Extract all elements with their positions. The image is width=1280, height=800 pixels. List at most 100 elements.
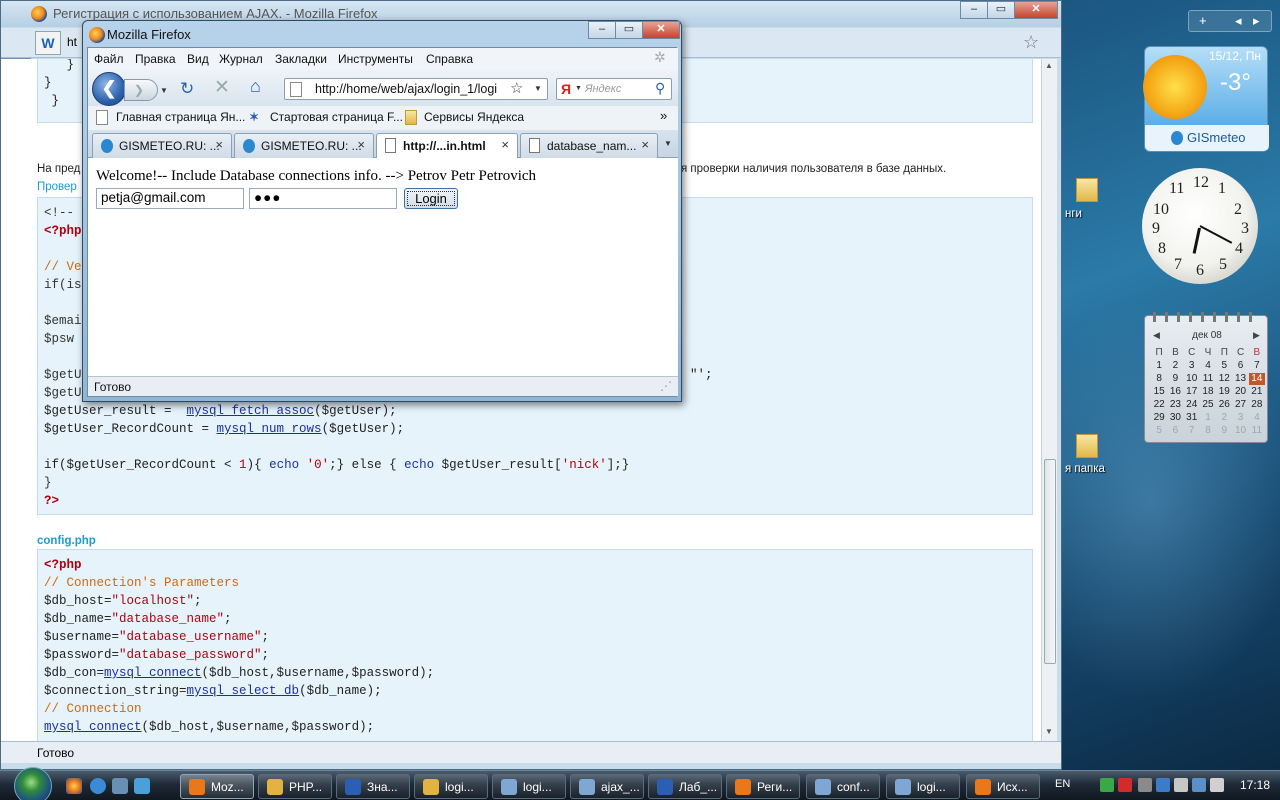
calendar-day[interactable]: 6 — [1167, 425, 1183, 437]
menu-history[interactable]: Журнал — [219, 52, 263, 66]
stop-icon[interactable]: ✕ — [214, 76, 230, 99]
calendar-day[interactable]: 7 — [1249, 360, 1265, 372]
check-link[interactable]: Провер — [37, 181, 77, 193]
tab-gismeteo-2[interactable]: GISMETEO.RU: ... × — [234, 133, 374, 158]
tray-app-icon[interactable] — [1156, 778, 1170, 792]
calendar-day[interactable]: 22 — [1151, 399, 1167, 411]
bookmark-yandex-home[interactable]: Главная страница Ян... — [116, 110, 245, 124]
switch-windows-icon[interactable] — [112, 778, 128, 794]
menu-file[interactable]: Файл — [94, 52, 124, 66]
calendar-day[interactable]: 12 — [1216, 373, 1232, 385]
url-bar[interactable]: http://home/web/ajax/login_1/logi ☆ ▼ — [284, 78, 548, 100]
login-button[interactable]: Login — [404, 188, 458, 209]
menu-help[interactable]: Справка — [426, 52, 473, 66]
calendar-day[interactable]: 14 — [1248, 373, 1265, 385]
calendar-day[interactable]: 8 — [1151, 373, 1167, 385]
calendar-day[interactable]: 18 — [1200, 386, 1216, 398]
close-button[interactable]: ✕ — [1014, 1, 1058, 19]
calendar-day[interactable]: 16 — [1167, 386, 1183, 398]
calendar-day[interactable]: 7 — [1184, 425, 1200, 437]
calendar-day[interactable]: 25 — [1200, 399, 1216, 411]
search-box[interactable]: Я ▼ Яндекс ⚲ — [556, 78, 672, 100]
calendar-day[interactable]: 4 — [1249, 412, 1265, 424]
calendar-day[interactable]: 2 — [1216, 412, 1232, 424]
bookmark-yandex-services[interactable]: Сервисы Яндекса — [424, 110, 524, 124]
maximize-button[interactable]: ▭ — [987, 1, 1015, 19]
tray-app-icon[interactable] — [1100, 778, 1114, 792]
reload-icon[interactable]: ↻ — [180, 79, 194, 99]
folder-icon[interactable] — [1076, 434, 1098, 458]
search-engine-icon[interactable]: Я — [561, 81, 571, 97]
calendar-day[interactable]: 19 — [1216, 386, 1232, 398]
calendar-day[interactable]: 3 — [1232, 412, 1248, 424]
resize-grip-icon[interactable]: ⋰ — [660, 379, 672, 393]
scroll-up-icon[interactable]: ▲ — [1045, 61, 1053, 70]
calendar-day[interactable]: 10 — [1184, 373, 1200, 385]
taskbar-button[interactable]: ajax_... — [570, 774, 644, 799]
back-button[interactable]: ❮ — [92, 72, 126, 106]
scrollbar-thumb[interactable] — [1044, 459, 1056, 664]
history-dropdown-icon[interactable]: ▼ — [160, 86, 168, 95]
list-all-tabs-icon[interactable]: ▼ — [660, 133, 676, 155]
start-button[interactable] — [14, 767, 52, 800]
taskbar-button[interactable]: logi... — [886, 774, 960, 799]
close-tab-icon[interactable]: × — [215, 137, 223, 152]
calendar-day[interactable]: 1 — [1200, 412, 1216, 424]
calendar-day[interactable]: 5 — [1216, 360, 1232, 372]
ie-quicklaunch-icon[interactable] — [90, 778, 106, 794]
background-address-fragment[interactable]: ht — [67, 35, 77, 49]
calendar-day[interactable]: 10 — [1232, 425, 1248, 437]
antivirus-icon[interactable] — [1118, 778, 1132, 792]
menu-edit[interactable]: Правка — [135, 52, 176, 66]
taskbar-button[interactable]: Зна... — [336, 774, 410, 799]
close-button[interactable]: ✕ — [642, 21, 680, 39]
calendar-day[interactable]: 1 — [1151, 360, 1167, 372]
calendar-day[interactable]: 21 — [1249, 386, 1265, 398]
forward-button[interactable]: ❯ — [124, 79, 158, 101]
menu-tools[interactable]: Инструменты — [338, 52, 413, 66]
calendar-day[interactable]: 29 — [1151, 412, 1167, 424]
url-text[interactable]: http://home/web/ajax/login_1/logi — [315, 82, 503, 96]
clock-gadget[interactable]: 12 1 2 3 4 5 6 7 8 9 10 11 — [1142, 168, 1258, 284]
next-gadget-button[interactable]: ▸ — [1253, 13, 1260, 29]
firefox-quicklaunch-icon[interactable] — [66, 778, 82, 794]
clock-time[interactable]: 17:18 — [1240, 778, 1270, 792]
add-gadget-button[interactable]: + — [1199, 13, 1207, 28]
calendar-day[interactable]: 17 — [1184, 386, 1200, 398]
taskbar-button[interactable]: logi... — [414, 774, 488, 799]
taskbar-button[interactable]: Реги... — [726, 774, 800, 799]
search-placeholder[interactable]: Яндекс — [585, 83, 621, 95]
calendar-gadget[interactable]: ◀ дек 08 ▶ П В С Ч П С В 1 2 3 4 5 6 7 8 9 10 11 12 13 14 15 1… — [1144, 312, 1268, 443]
bookmark-star-icon[interactable]: ☆ — [510, 79, 523, 97]
language-indicator[interactable]: EN — [1055, 778, 1070, 790]
home-icon[interactable]: ⌂ — [250, 76, 261, 97]
calendar-day[interactable]: 6 — [1232, 360, 1248, 372]
close-tab-icon[interactable]: × — [357, 137, 365, 152]
calendar-day[interactable]: 2 — [1167, 360, 1183, 372]
close-tab-icon[interactable]: × — [641, 137, 649, 152]
email-field[interactable]: petja@gmail.com — [96, 188, 244, 209]
calendar-day[interactable]: 27 — [1232, 399, 1248, 411]
taskbar-button[interactable]: Лаб_... — [648, 774, 722, 799]
calendar-day[interactable]: 24 — [1184, 399, 1200, 411]
maximize-button[interactable]: ▭ — [615, 21, 643, 39]
background-scrollbar[interactable]: ▲ ▼ — [1041, 59, 1057, 741]
calendar-day[interactable]: 23 — [1167, 399, 1183, 411]
network-icon[interactable] — [1192, 778, 1206, 792]
calendar-day[interactable]: 4 — [1200, 360, 1216, 372]
calendar-next-icon[interactable]: ▶ — [1253, 330, 1260, 341]
search-icon[interactable]: ⚲ — [655, 80, 665, 97]
scroll-down-icon[interactable]: ▼ — [1045, 727, 1053, 736]
calendar-day[interactable]: 28 — [1249, 399, 1265, 411]
tray-app-icon[interactable] — [1138, 778, 1152, 792]
bookmark-star-icon[interactable]: ☆ — [1023, 32, 1039, 53]
tab-gismeteo-1[interactable]: GISMETEO.RU: ... × — [92, 133, 232, 158]
calendar-day[interactable]: 15 — [1151, 386, 1167, 398]
prev-gadget-button[interactable]: ◂ — [1235, 13, 1242, 29]
menu-bookmarks[interactable]: Закладки — [275, 52, 327, 66]
menu-view[interactable]: Вид — [187, 52, 209, 66]
taskbar-button[interactable]: PHP... — [258, 774, 332, 799]
bookmarks-overflow-icon[interactable]: » — [660, 108, 667, 123]
minimize-button[interactable]: ‒ — [588, 21, 616, 39]
volume-icon[interactable] — [1210, 778, 1224, 792]
